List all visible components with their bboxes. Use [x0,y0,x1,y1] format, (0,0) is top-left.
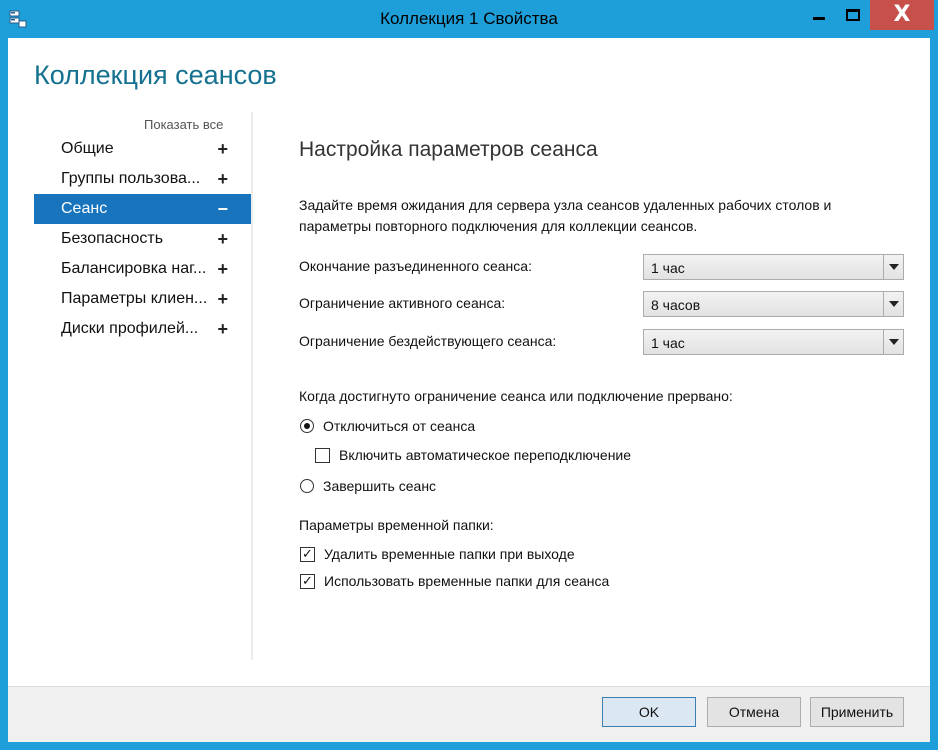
close-icon: X [893,2,911,27]
maximize-icon [846,9,860,21]
idle-session-select[interactable]: 1 час [643,329,904,355]
auto-reconnect-option[interactable]: Включить автоматическое переподключение [315,447,631,463]
properties-window: Коллекция 1 Свойства X Коллекция сеансов… [0,0,938,750]
active-session-label: Ограничение активного сеанса: [299,295,506,311]
nav-item-label: Общие [61,140,114,157]
delete-temp-folders-option[interactable]: ✓ Удалить временные папки при выходе [300,546,575,562]
close-button[interactable]: X [870,0,934,30]
chevron-down-icon[interactable] [883,330,903,354]
delete-temp-folders-label: Удалить временные папки при выходе [324,546,575,562]
nav-item-profile-disks[interactable]: Диски профилей... + [34,314,251,344]
nav-item-label: Безопасность [61,230,164,247]
idle-session-label: Ограничение бездействующего сеанса: [299,333,557,349]
disconnect-radio-label: Отключиться от сеанса [323,418,476,434]
active-session-select[interactable]: 8 часов [643,291,904,317]
nav-item-client-settings[interactable]: Параметры клиен... + [34,284,251,314]
expand-icon: + [217,319,228,339]
end-session-radio-label: Завершить сеанс [323,478,437,494]
nav-item-label: Диски профилей... [61,320,199,337]
section-description: Задайте время ожидания для сервера узла … [299,197,832,234]
nav-item-general[interactable]: Общие + [34,134,251,164]
window-title: Коллекция 1 Свойства [380,9,558,28]
cancel-button[interactable]: Отмена [707,697,801,727]
delete-temp-folders-checkbox[interactable]: ✓ [300,546,315,562]
nav-item-user-groups[interactable]: Группы пользова... + [34,164,251,194]
expand-icon: + [217,259,228,279]
page-heading: Коллекция сеансов [34,60,277,90]
disconnect-radio[interactable] [300,419,314,433]
limit-action-label: Когда достигнуто ограничение сеанса или … [299,388,733,404]
disconnect-radio-option[interactable]: Отключиться от сеанса [300,418,475,434]
use-temp-folders-label: Использовать временные папки для сеанса [324,573,610,589]
section-title: Настройка параметров сеанса [299,138,598,161]
nav-item-security[interactable]: Безопасность + [34,224,251,254]
sidebar-nav: Общие + Группы пользова... + Сеанс − Без… [34,134,251,344]
select-value: 8 часов [651,297,701,313]
disconnected-session-label: Окончание разъединенного сеанса: [299,258,532,274]
select-value: 1 час [651,260,685,276]
nav-item-session[interactable]: Сеанс − [34,194,251,224]
use-temp-folders-option[interactable]: ✓ Использовать временные папки для сеанс… [300,573,609,589]
title-bar[interactable]: Коллекция 1 Свойства X [0,0,938,38]
end-session-radio-option[interactable]: Завершить сеанс [300,478,436,494]
nav-item-label: Группы пользова... [61,170,201,187]
apply-button[interactable]: Применить [810,697,904,727]
auto-reconnect-checkbox[interactable] [315,447,330,463]
ok-button[interactable]: OK [602,697,696,727]
use-temp-folders-checkbox[interactable]: ✓ [300,573,315,589]
minimize-icon [813,16,825,20]
dialog-client-area: Коллекция сеансов Показать все Общие + Г… [8,38,930,742]
chevron-down-icon[interactable] [883,255,903,279]
expand-icon: + [217,289,228,309]
temp-folder-label: Параметры временной папки: [299,517,494,533]
minimize-button[interactable] [802,0,836,30]
end-session-radio[interactable] [300,479,314,493]
auto-reconnect-label: Включить автоматическое переподключение [339,447,632,463]
collapse-icon: − [217,199,228,219]
chevron-down-icon[interactable] [883,292,903,316]
show-all-link[interactable]: Показать все [144,117,223,132]
disconnected-session-select[interactable]: 1 час [643,254,904,280]
expand-icon: + [217,169,228,189]
nav-item-label: Балансировка наг... [61,260,207,277]
select-value: 1 час [651,335,685,351]
expand-icon: + [217,139,228,159]
sidebar-divider [251,112,253,660]
nav-item-label: Параметры клиен... [61,290,208,307]
nav-item-load-balancing[interactable]: Балансировка наг... + [34,254,251,284]
dialog-footer: OK Отмена Применить [8,686,930,742]
nav-item-label: Сеанс [61,200,108,217]
maximize-button[interactable] [836,0,870,30]
expand-icon: + [217,229,228,249]
